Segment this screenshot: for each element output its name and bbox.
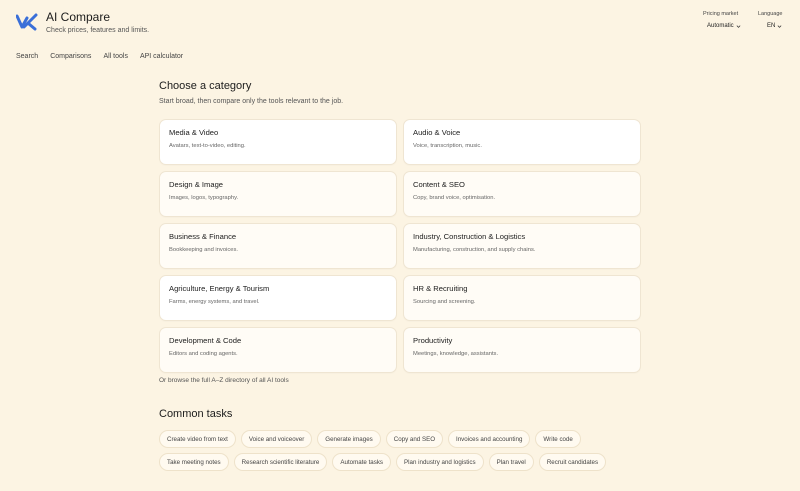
nav-api-calculator[interactable]: API calculator <box>140 53 183 60</box>
task-chip[interactable]: Research scientific literature <box>233 453 328 471</box>
task-chip[interactable]: Generate images <box>317 430 381 448</box>
task-chip[interactable]: Recruit candidates <box>538 453 607 471</box>
card-title: Design & Image <box>169 180 224 189</box>
card-description: Avatars, text-to-video, editing. <box>169 143 246 149</box>
language-label: Language <box>758 11 783 17</box>
category-card-business-finance[interactable]: Business & Finance Bookkeeping and invoi… <box>159 223 397 269</box>
category-card-development-code[interactable]: Development & Code Editors and coding ag… <box>159 327 397 373</box>
task-chip[interactable]: Plan travel <box>488 453 534 471</box>
card-description: Meetings, knowledge, assistants. <box>413 351 499 357</box>
category-card-hr-recruiting[interactable]: HR & Recruiting Sourcing and screening. <box>403 275 641 321</box>
chevron-down-icon <box>777 24 782 28</box>
card-description: Sourcing and screening. <box>413 299 476 305</box>
pricing-market-select[interactable]: Automatic <box>707 23 741 29</box>
task-chip[interactable]: Invoices and accounting <box>448 430 531 448</box>
pricing-market-label: Pricing market <box>703 11 739 17</box>
category-card-industry-construction-logistics[interactable]: Industry, Construction & Logistics Manuf… <box>403 223 641 269</box>
card-title: Development & Code <box>169 336 242 345</box>
card-description: Copy, brand voice, optimisation. <box>413 195 496 201</box>
card-title: Business & Finance <box>169 232 237 241</box>
card-title: Audio & Voice <box>413 128 461 137</box>
card-title: Media & Video <box>169 128 219 137</box>
chevron-down-icon <box>736 24 741 28</box>
card-title: HR & Recruiting <box>413 284 468 293</box>
category-subheading: Start broad, then compare only the tools… <box>159 98 344 105</box>
category-grid: Media & Video Avatars, text-to-video, ed… <box>159 119 641 373</box>
logo-icon[interactable] <box>16 12 38 32</box>
card-description: Farms, energy systems, and travel. <box>169 299 260 305</box>
card-description: Editors and coding agents. <box>169 351 238 357</box>
category-card-media-video[interactable]: Media & Video Avatars, text-to-video, ed… <box>159 119 397 165</box>
category-card-content-seo[interactable]: Content & SEO Copy, brand voice, optimis… <box>403 171 641 217</box>
task-chip[interactable]: Create video from text <box>159 430 236 448</box>
card-title: Industry, Construction & Logistics <box>413 232 526 241</box>
language-select[interactable]: EN <box>767 23 782 29</box>
nav-comparisons[interactable]: Comparisons <box>50 53 91 60</box>
category-card-productivity[interactable]: Productivity Meetings, knowledge, assist… <box>403 327 641 373</box>
nav-all-tools[interactable]: All tools <box>103 53 128 60</box>
card-description: Images, logos, typography. <box>169 195 239 201</box>
task-chip[interactable]: Automate tasks <box>332 453 392 471</box>
card-title: Content & SEO <box>413 180 465 189</box>
task-chip[interactable]: Take meeting notes <box>159 453 229 471</box>
browse-directory-link[interactable]: Or browse the full A–Z directory of all … <box>159 377 289 384</box>
category-section: Choose a category Start broad, then comp… <box>159 80 641 105</box>
card-title: Productivity <box>413 336 453 345</box>
task-chip[interactable]: Write code <box>535 430 581 448</box>
app-title[interactable]: AI Compare <box>46 10 110 24</box>
category-card-design-image[interactable]: Design & Image Images, logos, typography… <box>159 171 397 217</box>
card-description: Bookkeeping and invoices. <box>169 247 238 253</box>
language-value: EN <box>767 23 776 29</box>
common-tasks-list: Create video from text Voice and voiceov… <box>159 430 641 471</box>
pricing-market-value: Automatic <box>707 23 734 29</box>
category-card-agriculture-energy-tourism[interactable]: Agriculture, Energy & Tourism Farms, ene… <box>159 275 397 321</box>
common-tasks-heading: Common tasks <box>159 408 233 420</box>
task-chip[interactable]: Plan industry and logistics <box>396 453 484 471</box>
task-chip[interactable]: Copy and SEO <box>385 430 444 448</box>
card-description: Manufacturing, construction, and supply … <box>413 247 536 253</box>
app-subtitle: Check prices, features and limits. <box>46 27 150 34</box>
category-heading: Choose a category <box>159 80 252 92</box>
card-description: Voice, transcription, music. <box>413 143 482 149</box>
task-chip[interactable]: Voice and voiceover <box>240 430 313 448</box>
main-nav: Search Comparisons All tools API calcula… <box>16 53 183 60</box>
card-title: Agriculture, Energy & Tourism <box>169 284 270 293</box>
nav-search[interactable]: Search <box>16 53 38 60</box>
category-card-audio-voice[interactable]: Audio & Voice Voice, transcription, musi… <box>403 119 641 165</box>
